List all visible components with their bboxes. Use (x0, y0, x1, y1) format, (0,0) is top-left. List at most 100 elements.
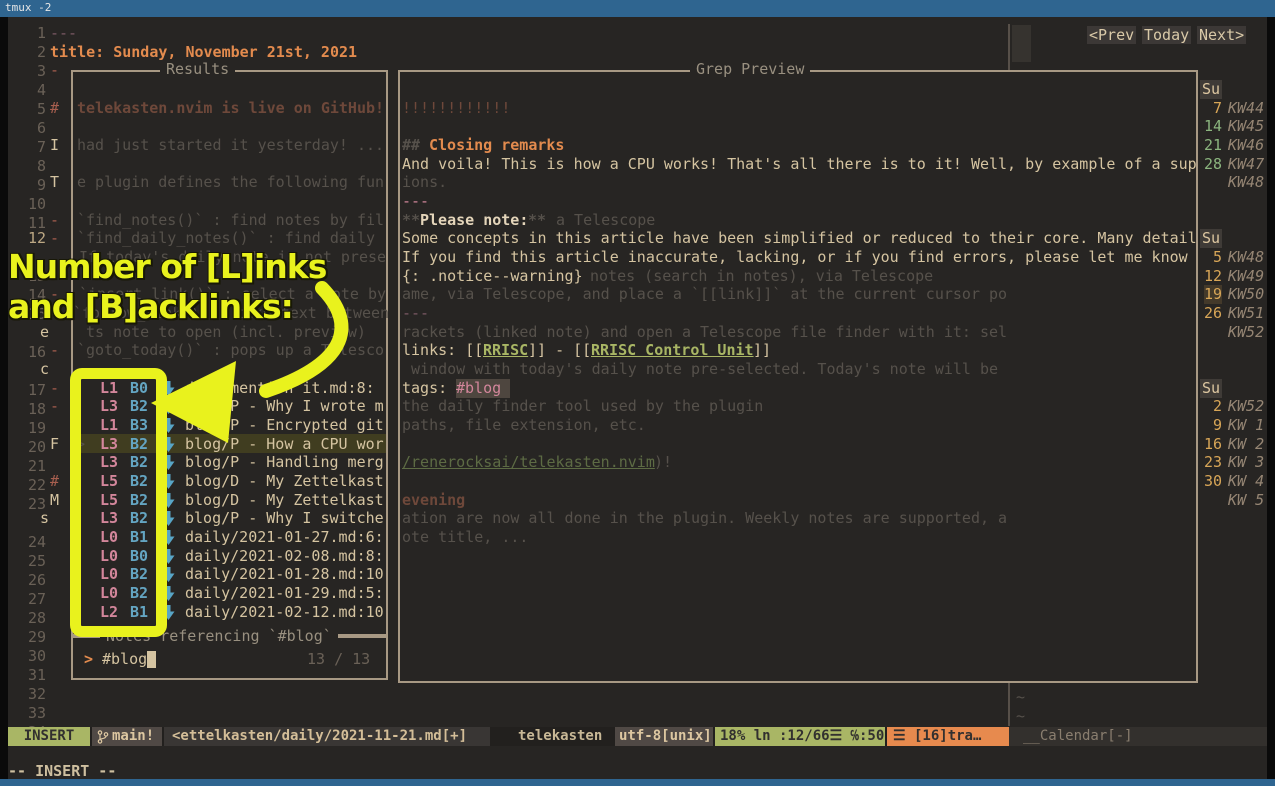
bold-markers: ** (402, 211, 420, 230)
result-text: blog/P - How a CPU wor (185, 435, 384, 454)
line-number-gutter: 1 2 3 4 5 6 7 8 9 10 11 (10, 24, 46, 233)
dim-buffer-line: `goto_today()` : pops up a Telesco (77, 341, 384, 360)
frontmatter-dashes: --- (402, 192, 429, 211)
mode-message: -- INSERT -- (8, 762, 116, 781)
calendar-prev-button[interactable]: <Prev (1087, 26, 1136, 44)
tmux-terminal-window: { "titlebar": { "title": "tmux -2" }, "a… (0, 0, 1275, 786)
calendar-today-button[interactable]: Today (1142, 26, 1191, 44)
preview-dim-line: ions. (402, 173, 447, 192)
calendar-week-number: KW45 (1228, 117, 1264, 136)
calendar-week-number: KW47 (1228, 155, 1264, 174)
calendar-sunday[interactable]: 23 (1204, 453, 1222, 472)
calendar-week-number: KW46 (1228, 136, 1264, 155)
dim-buffer-line: `find_daily_notes()` : find daily (77, 229, 375, 248)
calendar-sunday[interactable]: 14 (1204, 117, 1222, 136)
links-line-suffix: ]] (753, 341, 771, 360)
text-cursor (147, 651, 156, 668)
search-input[interactable]: #blog (102, 650, 147, 669)
calendar-sunday[interactable]: 5 (1204, 248, 1222, 267)
calendar-sunday[interactable]: 16 (1204, 435, 1222, 454)
annotation-highlight-box (70, 368, 167, 637)
calendar-sunday[interactable]: 26 (1204, 304, 1222, 323)
preview-dim-fragment: notes (search in notes), via Telescope (590, 267, 933, 286)
buffer-edge-char: - (50, 341, 59, 360)
empty-line-tilde: ~ (1016, 688, 1025, 707)
buffer-frontmatter-dashes: --- (50, 24, 77, 43)
buffer-edge-char: - (50, 61, 59, 80)
calendar-sunday[interactable]: 30 (1204, 472, 1222, 491)
calendar-sign-block (1012, 25, 1031, 62)
calendar-week-number: KW48 (1228, 248, 1264, 267)
preview-dim-line: !!!!!!!!!!!! (402, 99, 510, 118)
buffer-edge-char: T (50, 173, 59, 192)
whitespace-warning: ☰ [16]tra… (887, 727, 1009, 746)
preview-dim-line: the daily finder tool used by the plugin (402, 397, 763, 416)
buffer-edge-char: - (50, 397, 59, 416)
mode-indicator: INSERT (8, 727, 90, 746)
calendar-sunday[interactable]: 9 (1204, 416, 1222, 435)
preview-text-line: {: .notice--warning} (402, 267, 583, 286)
dim-buffer-line: e plugin defines the following fun (77, 173, 384, 192)
calendar-sunday[interactable]: 12 (1204, 267, 1222, 286)
result-text: blog/P - Handling merg (185, 453, 384, 472)
calendar-week-number: KW 4 (1228, 472, 1264, 491)
markdown-heading-hashes: ## (402, 136, 429, 155)
calendar-week-number: KW49 (1228, 267, 1264, 286)
buffer-edge-char: c (40, 360, 49, 379)
bold-text: Please note: (420, 211, 528, 230)
calendar-sunday[interactable]: 7 (1204, 99, 1222, 118)
calendar-week-number: KW52 (1228, 323, 1264, 342)
line-number-current: 12 (10, 229, 46, 248)
buffer-edge-char: s (40, 509, 49, 528)
result-text: blog/P - Why I wrote m (185, 397, 384, 416)
filetype-label: telekasten (510, 727, 610, 746)
git-branch-icon (97, 730, 109, 744)
tags-label: tags: (402, 379, 456, 398)
calendar-sunday-header: Su (1200, 80, 1222, 99)
result-text: blog/P - Why I switche (185, 509, 384, 528)
preview-dim-line: ation are now all done in the plugin. We… (402, 509, 1007, 528)
calendar-week-number: KW 5 (1228, 491, 1264, 510)
calendar-week-number: KW 2 (1228, 435, 1264, 454)
calendar-sunday[interactable]: 21 (1204, 136, 1222, 155)
file-path: <ettelkasten/daily/2021-11-21.md[+] (164, 727, 490, 746)
buffer-edge-char: - (50, 211, 59, 230)
preview-dim-line: rackets (linked note) and open a Telesco… (402, 323, 1007, 342)
preview-text-line: And voila! This is how a CPU works! That… (402, 155, 1197, 174)
bold-markers: ** (528, 211, 546, 230)
buffer-edge-char: # (50, 99, 59, 118)
buffer-edge-char: I (50, 136, 59, 155)
preview-dim-heading: evening (402, 491, 465, 510)
markdown-heading: Closing remarks (429, 136, 564, 155)
wiki-link[interactable]: RRISC (483, 341, 528, 360)
calendar-week-number: KW52 (1228, 397, 1264, 416)
calendar-week-number: KW 1 (1228, 416, 1264, 435)
results-window-title: Results (160, 61, 235, 78)
cursor-position: 18% ln :12/66☰ ℅:50 (715, 727, 885, 746)
repo-link: /renerocksai/telekasten.nvim (402, 453, 655, 472)
preview-dim-line: ote title, ... (402, 528, 528, 547)
calendar-next-button[interactable]: Next> (1197, 26, 1246, 44)
file-encoding: utf-8[unix] (615, 727, 713, 746)
result-text: daily/2021-01-27.md:6: (185, 528, 384, 547)
empty-line-tilde: ~ (1016, 707, 1025, 726)
preview-dim-fragment: )! (654, 453, 672, 472)
wiki-link[interactable]: RRISC Control Unit (591, 341, 754, 360)
result-text: do i mention it.md:8: (185, 379, 375, 398)
buffer-edge-char: F (50, 435, 59, 454)
result-text: daily/2021-01-28.md:10 (185, 565, 384, 584)
result-text: blog/P - Encrypted git (185, 416, 384, 435)
annotation-text-line1: Number of [L]inks (8, 247, 326, 286)
prompt-caret: > (84, 650, 93, 669)
calendar-week-number: KW44 (1228, 99, 1264, 118)
calendar-sunday[interactable]: 28 (1204, 155, 1222, 174)
preview-window-title: Grep Preview (690, 61, 810, 78)
dim-buffer-line: telekasten.nvim is live on GitHub! (77, 99, 384, 118)
preview-dim-line: window with today's daily note pre-selec… (402, 360, 998, 379)
calendar-sunday-highlighted[interactable]: 19 (1204, 285, 1222, 304)
links-line-prefix: links: [[ (402, 341, 483, 360)
preview-dim-fragment: a Telescope (556, 211, 655, 230)
titlebar-text: tmux -2 (5, 1, 51, 14)
calendar-sunday[interactable]: 2 (1204, 397, 1222, 416)
result-text: daily/2021-02-12.md:10 (185, 603, 384, 622)
